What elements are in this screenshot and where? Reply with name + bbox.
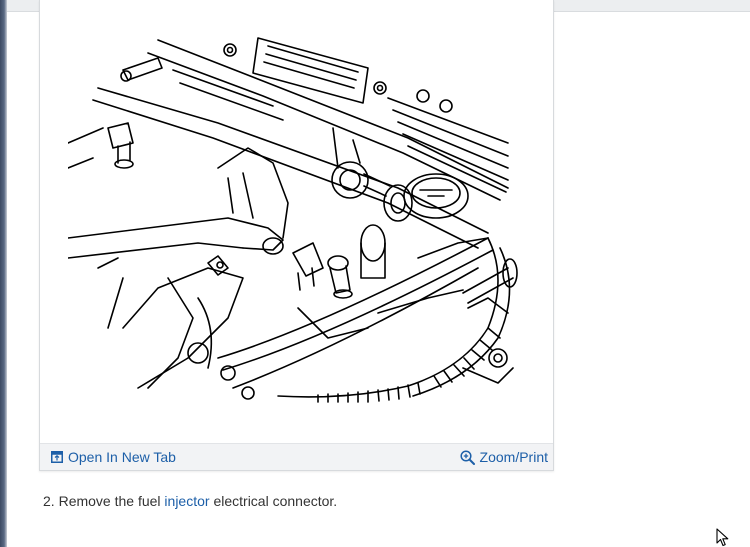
figure-footer: Open In New Tab Zoom/Print bbox=[40, 443, 553, 470]
open-in-new-tab-link[interactable]: Open In New Tab bbox=[51, 449, 176, 465]
open-new-tab-icon bbox=[51, 451, 63, 463]
step-number: 2. bbox=[43, 493, 55, 509]
step-text-after: electrical connector. bbox=[213, 493, 338, 509]
zoom-print-link[interactable]: Zoom/Print bbox=[459, 449, 548, 465]
open-in-new-tab-label: Open In New Tab bbox=[68, 449, 176, 465]
step-text-before: Remove the fuel bbox=[58, 493, 161, 509]
injector-link[interactable]: injector bbox=[164, 493, 209, 509]
instruction-step: 2. Remove the fuel injector electrical c… bbox=[43, 493, 337, 509]
zoom-print-label: Zoom/Print bbox=[479, 449, 548, 465]
magnifier-plus-icon bbox=[459, 449, 475, 465]
window-left-edge bbox=[0, 0, 7, 547]
engine-fuel-injector-diagram bbox=[68, 37, 518, 403]
figure-card: Open In New Tab Zoom/Print bbox=[39, 0, 554, 471]
mouse-pointer-icon bbox=[716, 528, 729, 547]
